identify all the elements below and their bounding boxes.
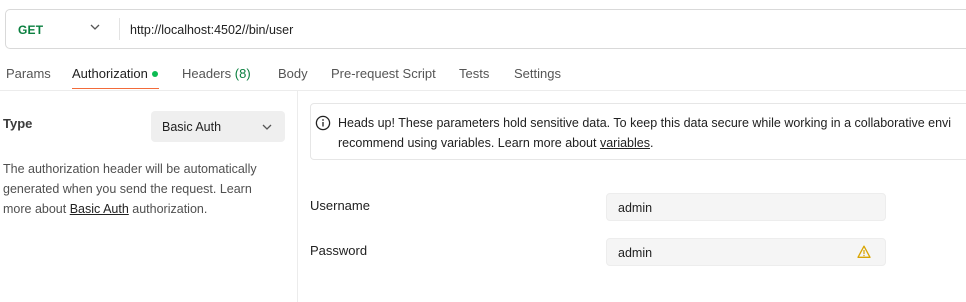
panel-divider: [297, 91, 298, 302]
notice-text: Heads up! These parameters hold sensitiv…: [338, 113, 966, 153]
auth-type-value: Basic Auth: [162, 120, 222, 134]
headers-count: (8): [234, 66, 251, 81]
tab-tests[interactable]: Tests: [459, 66, 489, 81]
tab-authorization[interactable]: Authorization: [72, 66, 158, 81]
request-tabs: Params Authorization Headers (8) Body Pr…: [0, 58, 966, 90]
password-label: Password: [310, 243, 368, 258]
username-field[interactable]: admin: [606, 193, 886, 221]
info-icon: [315, 115, 331, 131]
active-tab-underline: [72, 88, 159, 89]
notice-line-2: recommend using variables. Learn more ab…: [338, 133, 966, 153]
basic-auth-link[interactable]: Basic Auth: [70, 202, 129, 216]
chevron-down-icon: [262, 124, 272, 130]
method-select[interactable]: GET: [6, 10, 118, 48]
password-value: admin: [618, 246, 653, 260]
auth-type-select[interactable]: Basic Auth: [151, 111, 285, 142]
tab-pre-request-script[interactable]: Pre-request Script: [331, 66, 436, 81]
tab-headers-label: Headers: [182, 66, 232, 81]
tab-settings[interactable]: Settings: [514, 66, 561, 81]
notice-line-2-suffix: .: [649, 136, 654, 150]
method-label: GET: [18, 23, 44, 37]
tab-body[interactable]: Body: [278, 66, 308, 81]
auth-type-label: Type: [3, 116, 33, 131]
auth-description: The authorization header will be automat…: [3, 159, 283, 219]
chevron-down-icon: [90, 24, 100, 30]
variables-link[interactable]: variables: [600, 136, 650, 150]
url-input[interactable]: http://localhost:4502//bin/user: [130, 23, 293, 37]
notice-line-2-text: recommend using variables. Learn more ab…: [338, 136, 600, 150]
notice-line-1: Heads up! These parameters hold sensitiv…: [338, 116, 952, 130]
password-field[interactable]: admin: [606, 238, 886, 266]
username-value: admin: [618, 201, 653, 215]
auth-description-suffix: authorization.: [128, 202, 208, 216]
tab-params[interactable]: Params: [6, 66, 51, 81]
tab-headers[interactable]: Headers (8): [182, 66, 251, 81]
auth-set-dot-icon: [151, 70, 158, 77]
url-separator: [119, 18, 120, 40]
sensitive-data-notice: Heads up! These parameters hold sensitiv…: [310, 103, 966, 160]
username-label: Username: [310, 198, 370, 213]
tabs-divider: [0, 90, 966, 91]
tab-authorization-label: Authorization: [72, 66, 148, 81]
warning-icon[interactable]: [857, 245, 871, 259]
request-url-bar: GET http://localhost:4502//bin/user: [5, 9, 966, 49]
